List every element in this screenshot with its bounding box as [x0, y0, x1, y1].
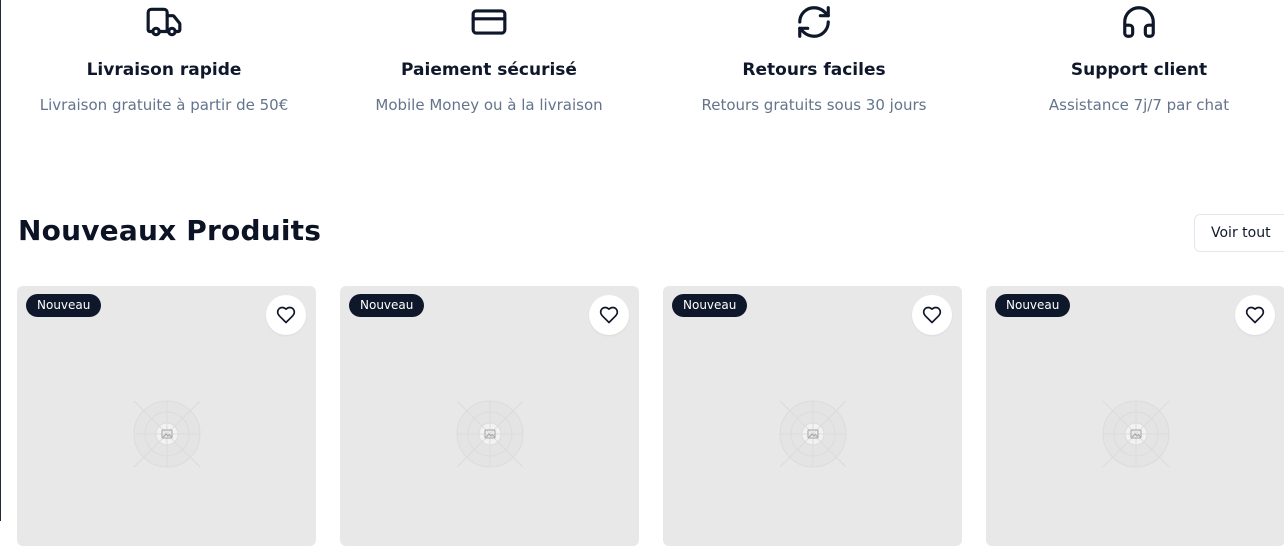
favorite-button[interactable] [1235, 295, 1275, 335]
favorite-button[interactable] [589, 295, 629, 335]
heart-icon [922, 306, 942, 324]
feature-description: Livraison gratuite à partir de 50€ [39, 96, 289, 114]
heart-icon [276, 306, 296, 324]
product-card[interactable]: Nouveau [663, 286, 962, 546]
headphones-icon [1120, 3, 1158, 41]
image-placeholder-icon [132, 399, 202, 469]
see-all-button[interactable]: Voir tout [1194, 214, 1284, 252]
new-badge: Nouveau [672, 294, 748, 317]
product-card[interactable]: Nouveau [340, 286, 639, 546]
feature-title: Support client [1070, 60, 1208, 80]
favorite-button[interactable] [912, 295, 952, 335]
new-badge: Nouveau [26, 294, 102, 317]
product-card[interactable]: Nouveau [17, 286, 316, 546]
favorite-button[interactable] [266, 295, 306, 335]
product-card[interactable]: Nouveau [986, 286, 1284, 546]
feature-title: Livraison rapide [86, 60, 242, 80]
feature-description: Assistance 7j/7 par chat [1048, 96, 1230, 114]
new-badge: Nouveau [995, 294, 1071, 317]
feature-title: Retours faciles [742, 60, 886, 80]
image-placeholder-icon [1101, 399, 1171, 469]
section-title: Nouveaux Produits [18, 214, 322, 247]
new-badge: Nouveau [349, 294, 425, 317]
image-placeholder-icon [455, 399, 525, 469]
refresh-icon [795, 3, 833, 41]
feature-description: Mobile Money ou à la livraison [375, 96, 603, 114]
heart-icon [599, 306, 619, 324]
feature-description: Retours gratuits sous 30 jours [701, 96, 927, 114]
truck-icon [145, 3, 183, 41]
image-placeholder-icon [778, 399, 848, 469]
feature-title: Paiement sécurisé [401, 60, 577, 80]
credit-card-icon [470, 3, 508, 41]
heart-icon [1245, 306, 1265, 324]
features-bar: Livraison rapide Livraison gratuite à pa… [0, 0, 1284, 130]
